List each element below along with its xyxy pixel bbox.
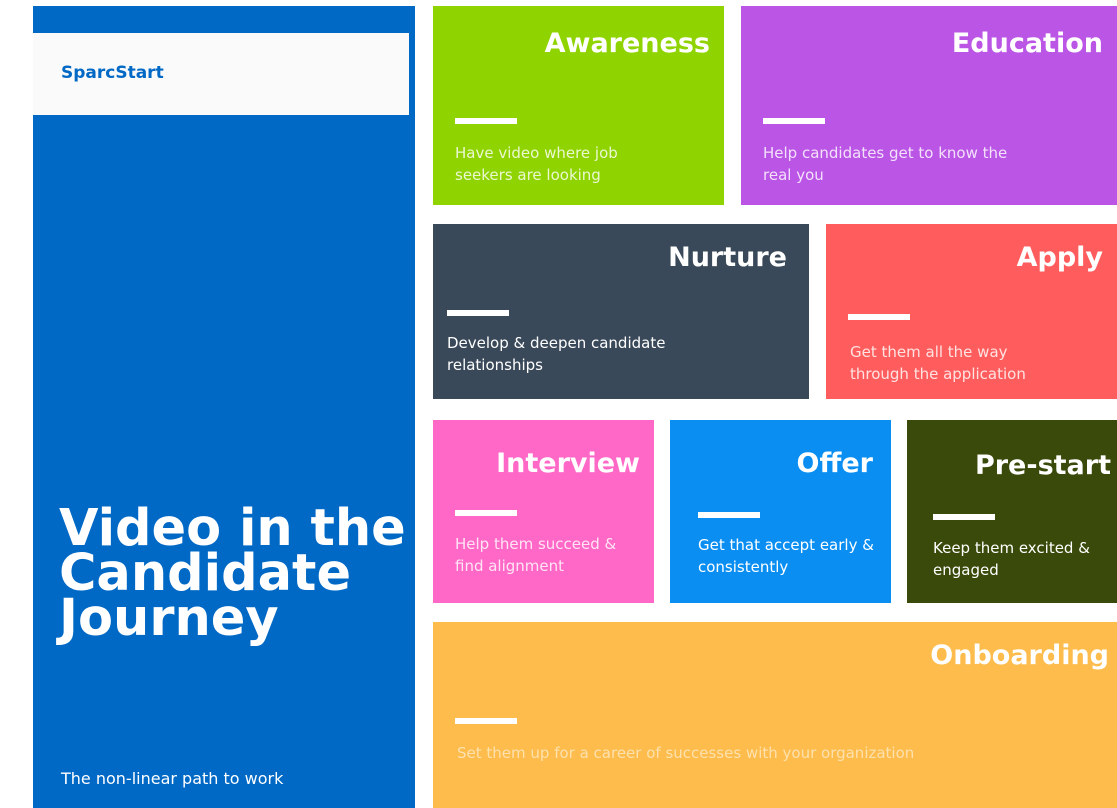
tile-bar-onboarding <box>455 718 517 724</box>
tile-interview: Interview Help them succeed & find align… <box>433 420 654 603</box>
tile-desc-awareness: Have video where job seekers are looking <box>455 144 618 184</box>
tile-desc-apply: Get them all the way through the applica… <box>850 343 1026 383</box>
brand-name: SparcStart <box>61 63 164 83</box>
tile-awareness: Awareness Have video where job seekers a… <box>433 6 724 205</box>
tile-title-prestart: Pre-start <box>974 450 1111 481</box>
tile-bar-prestart <box>933 514 995 520</box>
tile-bar-offer <box>698 512 760 518</box>
tile-title-interview: Interview <box>496 448 640 479</box>
tile-prestart: Pre-start Keep them excited & engaged <box>907 420 1117 603</box>
tile-title-offer: Offer <box>796 448 873 479</box>
tile-bar-apply <box>848 314 910 320</box>
tile-title-nurture: Nurture <box>668 242 787 273</box>
subtitle: The non-linear path to work <box>61 769 284 788</box>
tile-desc-offer: Get that accept early & consistently <box>698 536 874 576</box>
tile-bar-awareness <box>455 118 517 124</box>
main-title: Video in the Candidate Journey <box>59 499 406 648</box>
tile-title-onboarding: Onboarding <box>930 640 1109 671</box>
tile-bar-interview <box>455 510 517 516</box>
tile-offer: Offer Get that accept early & consistent… <box>670 420 891 603</box>
tile-title-education: Education <box>951 28 1103 59</box>
tile-desc-prestart: Keep them excited & engaged <box>933 539 1090 579</box>
tile-apply: Apply Get them all the way through the a… <box>826 224 1117 399</box>
tile-bar-nurture <box>447 310 509 316</box>
tile-desc-interview: Help them succeed & find alignment <box>455 535 617 575</box>
tile-nurture: Nurture Develop & deepen candidate relat… <box>433 224 809 399</box>
tile-title-awareness: Awareness <box>544 28 710 59</box>
infographic-page: SparcStart Video in the Candidate Journe… <box>0 0 1117 808</box>
tile-desc-onboarding: Set them up for a career of successes wi… <box>457 744 915 762</box>
left-panel: SparcStart Video in the Candidate Journe… <box>33 6 415 808</box>
tile-education: Education Help candidates get to know th… <box>741 6 1117 205</box>
tile-desc-nurture: Develop & deepen candidate relationships <box>447 334 666 374</box>
brand-box: SparcStart <box>33 33 409 115</box>
tile-desc-education: Help candidates get to know the real you <box>763 144 1008 184</box>
tile-onboarding: Onboarding Set them up for a career of s… <box>433 622 1117 808</box>
tile-title-apply: Apply <box>1016 242 1103 273</box>
tile-bar-education <box>763 118 825 124</box>
